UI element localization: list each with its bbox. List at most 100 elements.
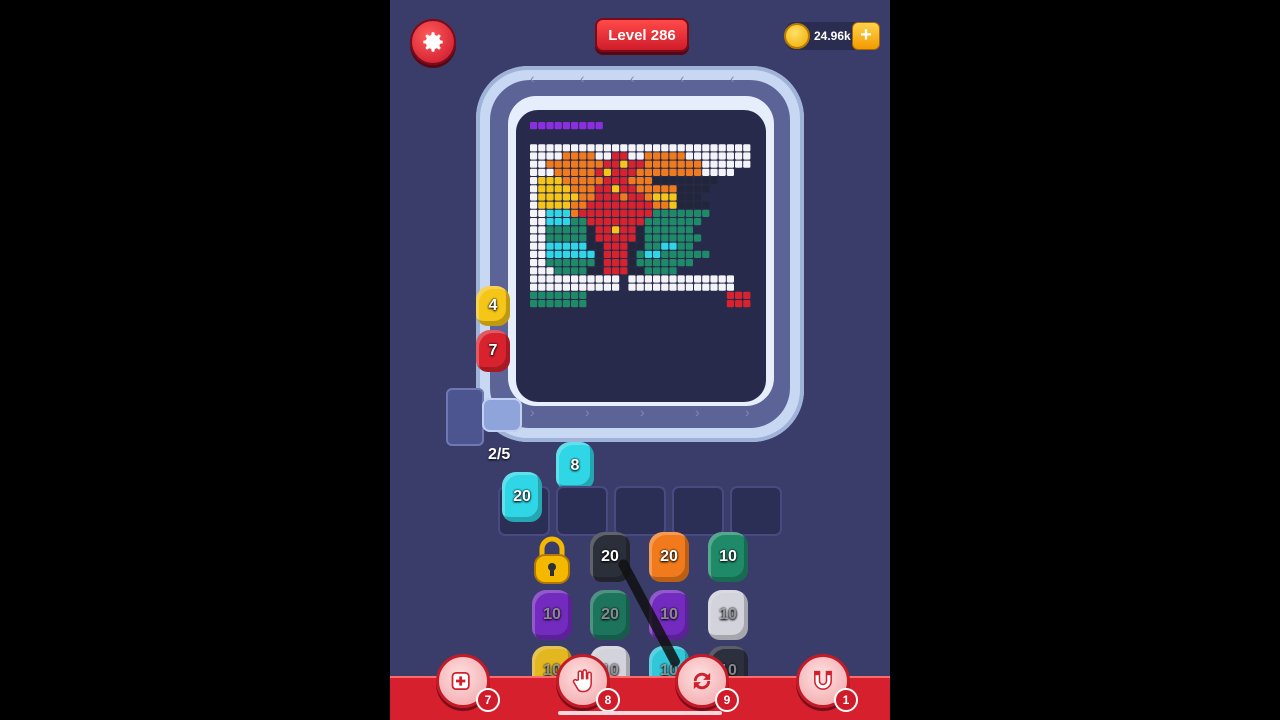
pixel-cell bbox=[685, 218, 693, 226]
pixel-cell bbox=[628, 209, 636, 217]
pixel-cell bbox=[685, 259, 693, 267]
pixel-cell bbox=[546, 193, 554, 201]
pixel-cell bbox=[546, 144, 554, 152]
pixel-cell bbox=[685, 275, 693, 283]
queued-shooter: 4 bbox=[476, 286, 510, 326]
pixel-cell bbox=[579, 152, 587, 160]
pixel-cell bbox=[587, 218, 595, 226]
pixel-cell bbox=[546, 122, 554, 130]
pixel-cell bbox=[702, 275, 710, 283]
stack-shooter[interactable]: 20 bbox=[649, 532, 689, 582]
pixel-cell bbox=[579, 234, 587, 242]
pixel-cell bbox=[694, 160, 702, 168]
pixel-cell bbox=[546, 185, 554, 193]
chevron-right-icon: › bbox=[695, 404, 700, 420]
pixel-cell bbox=[743, 300, 751, 308]
pixel-cell bbox=[562, 234, 570, 242]
pixel-cell bbox=[530, 226, 538, 234]
pixel-cell bbox=[726, 160, 734, 168]
pixel-cell bbox=[530, 275, 538, 283]
pixel-cell bbox=[743, 160, 751, 168]
shooter-count: 10 bbox=[719, 548, 737, 565]
pixel-cell bbox=[628, 226, 636, 234]
pixel-cell bbox=[661, 160, 669, 168]
pixel-cell bbox=[685, 250, 693, 258]
pixel-cell bbox=[653, 152, 661, 160]
pixel-cell bbox=[571, 267, 579, 275]
pixel-cell bbox=[595, 218, 603, 226]
pixel-cell bbox=[546, 201, 554, 209]
home-indicator bbox=[558, 711, 722, 715]
pixel-cell bbox=[538, 226, 546, 234]
pixel-cell bbox=[677, 160, 685, 168]
pixel-cell bbox=[620, 144, 628, 152]
pixel-cell bbox=[677, 234, 685, 242]
pixel-cell bbox=[669, 201, 677, 209]
pixel-cell bbox=[612, 144, 620, 152]
pixel-cell bbox=[579, 218, 587, 226]
pixel-cell bbox=[562, 168, 570, 176]
pixel-cell bbox=[735, 291, 743, 299]
pixel-cell bbox=[620, 209, 628, 217]
pixel-cell bbox=[571, 122, 579, 130]
pixel-cell bbox=[718, 160, 726, 168]
pixel-cell bbox=[554, 226, 562, 234]
pixel-cell bbox=[685, 193, 693, 201]
pixel-cell bbox=[644, 283, 652, 291]
pixel-cell bbox=[644, 250, 652, 258]
pixel-cell bbox=[653, 250, 661, 258]
pixel-cell bbox=[620, 152, 628, 160]
shooter-count: 4 bbox=[488, 297, 498, 314]
pixel-cell bbox=[669, 283, 677, 291]
pixel-cell bbox=[603, 226, 611, 234]
slot-shooter[interactable]: 20 bbox=[502, 472, 542, 522]
pixel-cell bbox=[661, 242, 669, 250]
pixel-cell bbox=[562, 226, 570, 234]
pixel-cell bbox=[595, 250, 603, 258]
pixel-cell bbox=[620, 259, 628, 267]
pixel-cell bbox=[694, 177, 702, 185]
slot[interactable] bbox=[672, 486, 724, 536]
pixel-cell bbox=[538, 234, 546, 242]
pixel-cell bbox=[530, 250, 538, 258]
pixel-cell bbox=[603, 160, 611, 168]
pixel-cell bbox=[612, 234, 620, 242]
slot[interactable] bbox=[556, 486, 608, 536]
pixel-cell bbox=[710, 168, 718, 176]
game-screen: Level 286 24.96k + ‹ ‹ ‹ ‹ ‹ › › › › › 4… bbox=[390, 0, 890, 720]
queued-shooter: 7 bbox=[476, 330, 510, 372]
slot[interactable] bbox=[730, 486, 782, 536]
pixel-cell bbox=[636, 185, 644, 193]
pixel-cell bbox=[661, 283, 669, 291]
pixel-cell bbox=[562, 250, 570, 258]
pixel-cell bbox=[628, 250, 636, 258]
pixel-cell bbox=[587, 152, 595, 160]
pixel-cell bbox=[587, 250, 595, 258]
pixel-cell bbox=[554, 283, 562, 291]
settings-button[interactable] bbox=[410, 19, 456, 65]
pixel-cell bbox=[546, 267, 554, 275]
pixel-cell bbox=[587, 259, 595, 267]
pixel-cell bbox=[587, 242, 595, 250]
pixel-cell bbox=[620, 193, 628, 201]
pixel-cell bbox=[579, 168, 587, 176]
pixel-cell bbox=[685, 226, 693, 234]
buy-coins-button[interactable]: + bbox=[852, 22, 880, 50]
pixel-cell bbox=[644, 267, 652, 275]
locked-stack[interactable] bbox=[532, 536, 572, 586]
pixel-cell bbox=[571, 209, 579, 217]
slot[interactable] bbox=[614, 486, 666, 536]
pixel-cell bbox=[735, 152, 743, 160]
pixel-cell bbox=[546, 291, 554, 299]
pixel-cell bbox=[702, 185, 710, 193]
pixel-cell bbox=[653, 177, 661, 185]
launcher-nozzle bbox=[482, 398, 522, 432]
stack-shooter[interactable]: 10 bbox=[708, 532, 748, 582]
pixel-cell bbox=[587, 160, 595, 168]
pixel-cell bbox=[579, 160, 587, 168]
chevron-left-icon: ‹ bbox=[630, 70, 635, 86]
pixel-cell bbox=[653, 193, 661, 201]
pixel-cell bbox=[653, 226, 661, 234]
pixel-cell bbox=[538, 242, 546, 250]
pixel-cell bbox=[546, 234, 554, 242]
